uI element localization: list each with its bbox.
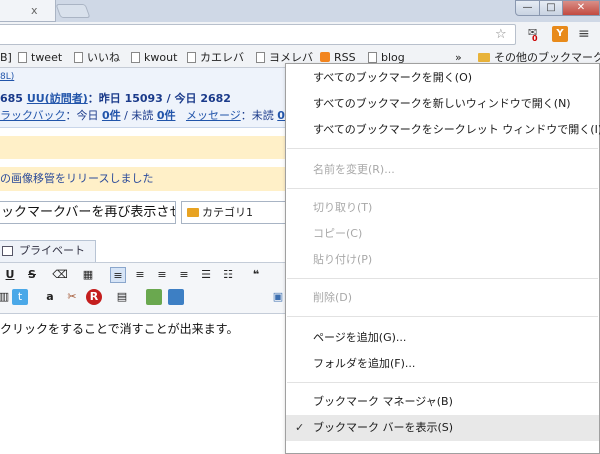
bookmark-item[interactable]: いいね — [74, 51, 120, 65]
menu-item-bookmark-manager[interactable]: ブックマーク マネージャ(B) — [286, 390, 599, 414]
page-icon — [74, 52, 83, 63]
uu-link[interactable]: UU(訪問者) — [27, 92, 88, 105]
bookmark-item[interactable]: B] — [0, 51, 12, 65]
blockquote-icon[interactable]: ❝ — [248, 267, 264, 283]
menu-separator — [287, 148, 598, 149]
amazon-icon[interactable]: a — [42, 289, 58, 305]
underline-icon[interactable]: U — [2, 267, 18, 283]
check-icon: ✓ — [295, 421, 305, 434]
trackback-link[interactable]: ラックバック — [0, 109, 65, 122]
tab-private[interactable]: プライベート — [0, 240, 96, 262]
message-link[interactable]: メッセージ — [186, 109, 241, 122]
extension-mail-icon[interactable]: ✉ 0 — [528, 26, 544, 43]
trackback-today-link[interactable]: 0件 — [102, 109, 121, 122]
menu-separator — [287, 278, 598, 279]
bookmark-item[interactable]: カエレバ — [187, 51, 244, 65]
bookmark-item[interactable]: tweet — [18, 51, 62, 65]
editor-body[interactable]: クリックをすることで消すことが出来ます。 — [0, 316, 300, 454]
extension-icon[interactable]: Y — [552, 26, 568, 42]
stats-line-trackback: ラックバック：今日 0件 / 未読 0件 メッセージ：未読 0件 — [0, 107, 296, 123]
menu-item-paste[interactable]: 貼り付け(P) — [286, 248, 599, 272]
menu-item-open-all-incognito[interactable]: すべてのブックマークをシークレット ウィンドウで開く(I) — [286, 118, 600, 142]
tab-close-icon[interactable]: x — [31, 4, 38, 17]
editor-text: クリックをすることで消すことが出来ます。 — [0, 322, 239, 336]
title-input[interactable]: ックマークバーを再び表示させ — [0, 201, 176, 224]
trackback-unread-link[interactable]: 0件 — [157, 109, 176, 122]
address-bar[interactable]: ☆ — [0, 24, 516, 45]
menu-separator — [287, 316, 598, 317]
page-icon — [131, 52, 140, 63]
photo-icon[interactable]: ▥ — [0, 289, 12, 305]
bullet-list-icon[interactable]: ☰ — [198, 267, 214, 283]
menu-item-open-all-new-window[interactable]: すべてのブックマークを新しいウィンドウで開く(N) — [286, 92, 599, 116]
more-tools-icon[interactable]: ▤ — [114, 289, 130, 305]
page-icon — [18, 52, 27, 63]
close-window-button[interactable]: ✕ — [562, 0, 600, 16]
stats-panel: 8L) 685 UU(訪問者)：昨日 15093 / 今日 2682 ラックバッ… — [0, 68, 300, 128]
menu-separator — [287, 188, 598, 189]
menu-item-show-bookmarks-bar[interactable]: ✓ ブックマーク バーを表示(S) — [286, 415, 599, 441]
menu-item-delete[interactable]: 削除(D) — [286, 286, 599, 310]
bookmark-context-menu: すべてのブックマークを開く(O) すべてのブックマークを新しいウィンドウで開く(… — [285, 63, 600, 454]
twitter-icon[interactable]: t — [12, 289, 28, 305]
private-icon — [2, 246, 13, 256]
extension-badge: 0 — [532, 34, 538, 43]
clear-format-icon[interactable]: ⌫ — [52, 267, 68, 283]
align-left-icon[interactable]: ≡ — [110, 267, 126, 283]
minimize-button[interactable]: — — [515, 0, 540, 16]
folder-icon — [187, 208, 199, 217]
browser-tab[interactable]: x — [0, 0, 56, 22]
justify-icon[interactable]: ≡ — [176, 267, 192, 283]
rss-icon — [320, 52, 330, 62]
folder-icon — [478, 53, 490, 62]
numbered-list-icon[interactable]: ☷ — [220, 267, 236, 283]
title-bar: x — □ ✕ — [0, 0, 600, 22]
menu-item-rename[interactable]: 名前を変更(R)... — [286, 158, 599, 182]
rakuten-icon[interactable]: R — [86, 289, 102, 305]
plugin-icon[interactable] — [168, 289, 184, 305]
stats-link[interactable]: 8L) — [0, 72, 14, 82]
editor-toolbar: U S ⌫ ▦ ≡ ≡ ≡ ≡ ☰ ☷ ❝ ▥ t a ✂ R ▤ ▣ — [0, 262, 300, 314]
align-right-icon[interactable]: ≡ — [154, 267, 170, 283]
chrome-menu-icon[interactable]: ≡ — [578, 26, 594, 42]
browser-toolbar: ☆ ✉ 0 Y ≡ — [0, 22, 600, 48]
page-icon — [256, 52, 265, 63]
page-icon — [368, 52, 377, 63]
menu-item-open-all[interactable]: すべてのブックマークを開く(O) — [286, 66, 599, 90]
plugin-icon[interactable] — [146, 289, 162, 305]
align-center-icon[interactable]: ≡ — [132, 267, 148, 283]
expand-icon[interactable]: ▣ — [270, 289, 286, 305]
maximize-button[interactable]: □ — [539, 0, 563, 16]
notice-bar — [0, 136, 300, 159]
menu-item-copy[interactable]: コピー(C) — [286, 222, 599, 246]
notice-bar: の画像移管をリリースしました — [0, 167, 300, 191]
bookmark-star-icon[interactable]: ☆ — [495, 27, 507, 42]
menu-separator — [287, 382, 598, 383]
category-select[interactable]: カテゴリ1 — [181, 201, 291, 224]
menu-item-add-folder[interactable]: フォルダを追加(F)... — [286, 352, 599, 376]
new-tab-button[interactable] — [55, 4, 91, 18]
bookmark-item[interactable]: kwout — [131, 51, 177, 65]
page-icon — [187, 52, 196, 63]
insert-table-icon[interactable]: ▦ — [80, 267, 96, 283]
strikethrough-icon[interactable]: S — [24, 267, 40, 283]
menu-item-add-page[interactable]: ページを追加(G)... — [286, 326, 599, 350]
menu-item-cut[interactable]: 切り取り(T) — [286, 196, 599, 220]
cut-icon[interactable]: ✂ — [64, 289, 80, 305]
stats-line-uu: 685 UU(訪問者)：昨日 15093 / 今日 2682 — [0, 92, 231, 105]
